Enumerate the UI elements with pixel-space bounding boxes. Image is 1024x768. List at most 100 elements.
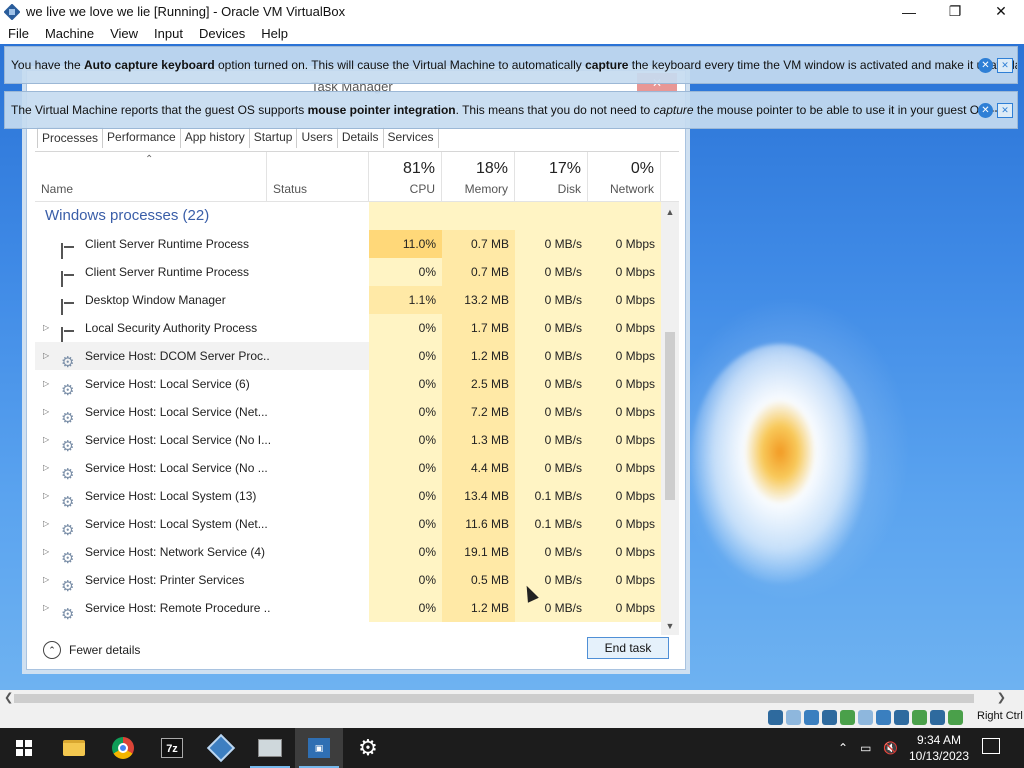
tab-app-history[interactable]: App history bbox=[180, 127, 250, 148]
end-task-button[interactable]: End task bbox=[587, 637, 669, 659]
scroll-right-icon[interactable]: ❯ bbox=[997, 690, 1006, 707]
tab-services[interactable]: Services bbox=[383, 127, 439, 148]
tab-users[interactable]: Users bbox=[297, 127, 338, 148]
table-row[interactable]: ▷ ⚙ Service Host: Local System (13) 0% 13.4 … bbox=[35, 482, 661, 510]
table-row[interactable]: ▷ ⚙ Service Host: Local Service (No I... 0%… bbox=[35, 426, 661, 454]
expand-chevron-icon[interactable]: ▷ bbox=[43, 370, 55, 398]
tab-startup[interactable]: Startup bbox=[249, 127, 298, 148]
gear-icon: ⚙ bbox=[61, 494, 75, 511]
cpu-indicator-icon[interactable] bbox=[912, 710, 927, 725]
fewer-details-link[interactable]: ⌃ Fewer details bbox=[43, 641, 140, 659]
process-list-header: ⌃ Name Status 81% CPU 18% Memory 17% Dis… bbox=[35, 152, 679, 202]
settings-icon[interactable]: ⚙ bbox=[344, 728, 392, 768]
audio-icon[interactable] bbox=[804, 710, 819, 725]
table-row[interactable]: ▷ ⚙ Service Host: Local Service (No ... 0% 4… bbox=[35, 454, 661, 482]
column-name[interactable]: ⌃ Name bbox=[35, 152, 267, 202]
optical-drive-icon[interactable] bbox=[786, 710, 801, 725]
menu-input[interactable]: Input bbox=[146, 26, 191, 41]
cpu-cell: 0% bbox=[369, 342, 442, 370]
menu-view[interactable]: View bbox=[102, 26, 146, 41]
table-row[interactable]: ▷ ⚙ Service Host: Network Service (4) 0% 19.… bbox=[35, 538, 661, 566]
table-row[interactable]: ▷ ⚙ Service Host: Local System (Net... 0% 11… bbox=[35, 510, 661, 538]
expand-chevron-icon[interactable]: ▷ bbox=[43, 426, 55, 454]
network-icon[interactable] bbox=[822, 710, 837, 725]
notice-1-close-icon[interactable]: ✕ bbox=[978, 58, 993, 73]
expand-chevron-icon[interactable] bbox=[43, 286, 55, 314]
column-memory[interactable]: 18% Memory bbox=[442, 152, 515, 202]
shared-folders-icon[interactable] bbox=[858, 710, 873, 725]
expand-chevron-icon[interactable]: ▷ bbox=[43, 594, 55, 622]
close-button[interactable]: ✕ bbox=[978, 0, 1024, 23]
expand-chevron-icon[interactable]: ▷ bbox=[43, 342, 55, 370]
column-network[interactable]: 0% Network bbox=[588, 152, 661, 202]
tab-performance[interactable]: Performance bbox=[103, 127, 181, 148]
virtualbox-icon[interactable] bbox=[197, 728, 245, 768]
display-icon[interactable] bbox=[876, 710, 891, 725]
maximize-button[interactable]: ❐ bbox=[932, 0, 978, 23]
recording-icon[interactable] bbox=[894, 710, 909, 725]
tab-details[interactable]: Details bbox=[337, 127, 384, 148]
column-cpu[interactable]: 81% CPU bbox=[369, 152, 442, 202]
table-row[interactable]: Client Server Runtime Process 11.0% 0.7 MB… bbox=[35, 230, 661, 259]
scroll-left-icon[interactable]: ❮ bbox=[4, 690, 13, 707]
network-cell: 0 Mbps bbox=[588, 482, 661, 510]
expand-chevron-icon[interactable]: ▷ bbox=[43, 566, 55, 594]
disk-cell: 0 MB/s bbox=[515, 454, 588, 482]
expand-chevron-icon[interactable]: ▷ bbox=[43, 398, 55, 426]
task-manager-footer: ⌃ Fewer details End task bbox=[35, 637, 679, 667]
chevron-up-icon[interactable]: ⌃ bbox=[838, 741, 848, 755]
hard-disk-icon[interactable] bbox=[768, 710, 783, 725]
table-row[interactable]: ▷ ⚙ Service Host: Remote Procedure ... 0% 1.… bbox=[35, 594, 661, 622]
network-cell: 0 Mbps bbox=[588, 594, 661, 622]
action-center-icon[interactable] bbox=[982, 738, 1000, 754]
menu-help[interactable]: Help bbox=[253, 26, 296, 41]
hscroll-thumb[interactable] bbox=[14, 694, 974, 703]
minimize-button[interactable]: — bbox=[886, 0, 932, 23]
vm-display[interactable]: Task Manager ✕ Processes Performance App… bbox=[0, 44, 1024, 690]
mouse-integration-icon[interactable] bbox=[930, 710, 945, 725]
usb-icon[interactable] bbox=[840, 710, 855, 725]
notice-2-dismiss-icon[interactable]: ✕ bbox=[997, 103, 1013, 118]
table-row[interactable]: ▷ ⚙ Service Host: Printer Services 0% 0.5 MB… bbox=[35, 566, 661, 594]
table-row[interactable]: ▷ ⚙ Service Host: Local Service (6) 0% 2.5 M… bbox=[35, 370, 661, 398]
column-disk[interactable]: 17% Disk bbox=[515, 152, 588, 202]
expand-chevron-icon[interactable] bbox=[43, 230, 55, 258]
scroll-up-icon[interactable]: ▲ bbox=[661, 204, 679, 220]
7zip-icon[interactable]: 7z bbox=[148, 728, 196, 768]
vm-horizontal-scrollbar[interactable]: ❮ ❯ bbox=[0, 690, 1024, 707]
menu-file[interactable]: File bbox=[0, 26, 37, 41]
tab-processes[interactable]: Processes bbox=[37, 127, 104, 148]
keyboard-capture-icon[interactable] bbox=[948, 710, 963, 725]
file-explorer-icon[interactable] bbox=[50, 728, 98, 768]
table-row[interactable]: ▷ ⚙ Service Host: DCOM Server Proc... 0% 1.2… bbox=[35, 342, 661, 370]
menu-machine[interactable]: Machine bbox=[37, 26, 102, 41]
expand-chevron-icon[interactable] bbox=[43, 258, 55, 286]
scroll-down-icon[interactable]: ▼ bbox=[661, 618, 679, 634]
photos-icon[interactable] bbox=[246, 728, 294, 768]
network-tray-icon[interactable]: ▭ bbox=[860, 741, 871, 755]
virtualbox-vm-icon[interactable]: ▣ bbox=[295, 728, 343, 768]
table-row[interactable]: Desktop Window Manager 1.1% 13.2 MB 0 MB/s 0… bbox=[35, 286, 661, 315]
table-row[interactable]: ▷ Local Security Authority Process 0% 1.7 M… bbox=[35, 314, 661, 343]
table-row[interactable]: Client Server Runtime Process 0% 0.7 MB 0 M… bbox=[35, 258, 661, 287]
expand-chevron-icon[interactable]: ▷ bbox=[43, 454, 55, 482]
clock[interactable]: 9:34 AM 10/13/2023 bbox=[908, 732, 970, 764]
chrome-icon[interactable] bbox=[99, 728, 147, 768]
scroll-thumb[interactable] bbox=[665, 332, 675, 500]
group-header[interactable]: Windows processes (22) bbox=[35, 202, 661, 230]
volume-muted-icon[interactable]: 🔇 bbox=[883, 741, 898, 755]
start-icon[interactable] bbox=[0, 728, 48, 768]
table-row[interactable]: ▷ ⚙ Service Host: Local Service (Net... 0% 7… bbox=[35, 398, 661, 426]
expand-chevron-icon[interactable]: ▷ bbox=[43, 538, 55, 566]
notice-1-dismiss-icon[interactable]: ✕ bbox=[997, 58, 1013, 73]
process-list-scrollbar[interactable]: ▲ ▼ bbox=[661, 202, 679, 635]
memory-cell: 0.5 MB bbox=[442, 566, 515, 594]
cpu-cell: 0% bbox=[369, 258, 442, 286]
column-status[interactable]: Status bbox=[267, 152, 369, 202]
expand-chevron-icon[interactable]: ▷ bbox=[43, 314, 55, 342]
expand-chevron-icon[interactable]: ▷ bbox=[43, 482, 55, 510]
network-cell: 0 Mbps bbox=[588, 230, 661, 258]
expand-chevron-icon[interactable]: ▷ bbox=[43, 510, 55, 538]
notice-2-close-icon[interactable]: ✕ bbox=[978, 103, 993, 118]
menu-devices[interactable]: Devices bbox=[191, 26, 253, 41]
